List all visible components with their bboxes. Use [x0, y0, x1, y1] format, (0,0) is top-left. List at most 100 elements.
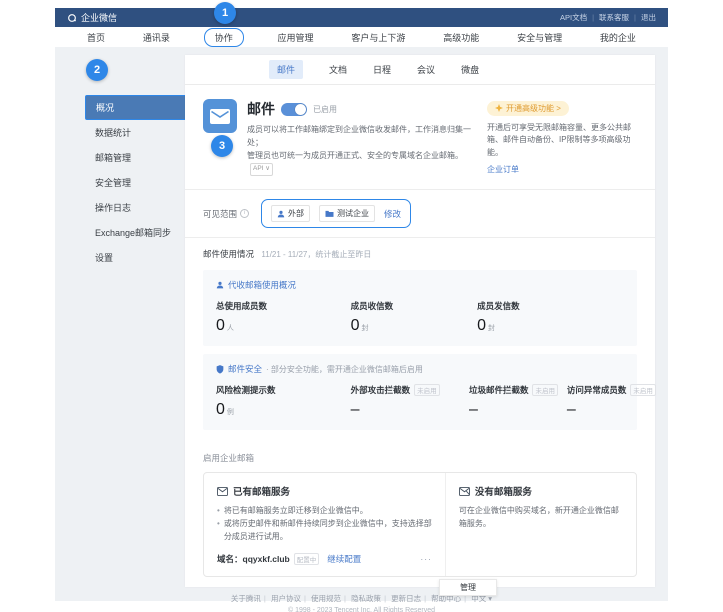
person-icon — [216, 281, 224, 289]
mail-security-panel: 邮件安全 · 部分安全功能，需开通企业微信邮箱后启用 风险检测提示数 0例 外部… — [203, 354, 637, 430]
nav-item-security-management[interactable]: 安全与管理 — [513, 29, 566, 46]
configuring-badge: 配置中 — [294, 553, 320, 565]
nav-item-my-company[interactable]: 我的企业 — [596, 29, 640, 46]
open-premium-button[interactable]: 开通高级功能 > — [487, 101, 569, 116]
sidebar-item-overview[interactable]: 概况 — [85, 95, 187, 120]
usage-period: 11/21 - 11/27，统计截止至昨日 — [261, 250, 371, 259]
disabled-badge: 未启用 — [630, 384, 656, 396]
contact-support-link[interactable]: 联系客服 — [599, 12, 629, 23]
primary-nav: 首页 通讯录 协作 应用管理 客户与上下游 高级功能 安全与管理 我的企业 — [55, 27, 668, 47]
stat-spam-blocked: 垃圾邮件拦截数未启用 – — [469, 384, 567, 419]
visible-range-label: 可见范围 i — [203, 208, 249, 220]
continue-config-link[interactable]: 继续配置 — [327, 553, 361, 565]
tab-meeting[interactable]: 会议 — [417, 60, 435, 79]
manage-menu-item[interactable]: 管理 — [439, 579, 497, 596]
sidebar-item-mailbox-management[interactable]: 邮箱管理 — [85, 145, 187, 170]
stat-received: 成员收信数 0封 — [351, 300, 477, 335]
annotation-marker-2: 2 — [86, 59, 108, 81]
footer: 关于腾讯| 用户协议| 使用规范| 隐私政策| 更新日志| 帮助中心| 中文 ▾… — [55, 593, 668, 612]
admin-console: 1 2 3 企业微信 API文档 | 联系客服 | 退出 首页 通讯录 协作 — [55, 8, 668, 601]
stat-risk-alerts: 风险检测提示数 0例 — [216, 384, 351, 419]
no-service-text: 可在企业微信中购买域名，新开通企业微信邮箱服务。 — [459, 505, 623, 531]
disabled-badge: 未启用 — [532, 384, 558, 396]
domain-row: 域名： qqyxkf.club 配置中 继续配置 ··· — [217, 553, 432, 565]
stat-sent: 成员发信数 0封 — [477, 300, 624, 335]
sidebar: 概况 数据统计 邮箱管理 安全管理 操作日志 Exchange邮箱同步 设置 — [85, 95, 187, 270]
brand[interactable]: 企业微信 — [67, 11, 117, 24]
department-tag[interactable]: 测试企业 — [319, 205, 375, 222]
existing-mail-service: 已有邮箱服务 •将已有邮箱服务立即迁移到企业微信中。 •或将历史邮件和新邮件持续… — [204, 473, 446, 575]
copyright: © 1998 - 2023 Tencent Inc. All Rights Re… — [55, 607, 668, 612]
usage-header: 邮件使用情况 11/21 - 11/27，统计截止至昨日 — [185, 238, 655, 262]
sidebar-item-statistics[interactable]: 数据统计 — [85, 120, 187, 145]
premium-promo: 开通高级功能 > 开通后可享受无限邮箱容量、更多公共邮箱、邮件自动备份、IP限制… — [487, 99, 637, 177]
page: 1 2 3 企业微信 API文档 | 联系客服 | 退出 首页 通讯录 协作 — [0, 0, 723, 612]
tab-drive[interactable]: 微盘 — [461, 60, 479, 79]
mail-header-main: 邮件 已启用 成员可以将工作邮箱绑定到企业微信收发邮件，工作消息归集一处； 管理… — [247, 99, 477, 177]
topbar-links: API文档 | 联系客服 | 退出 — [560, 12, 656, 23]
stat-attack-blocked: 外部攻击拦截数未启用 – — [351, 384, 469, 419]
footer-link-changelog[interactable]: 更新日志 — [391, 594, 421, 603]
envelope-icon — [217, 487, 228, 496]
enterprise-order-link[interactable]: 企业订单 — [487, 164, 519, 175]
panel2-subtitle: · 部分安全功能，需开通企业微信邮箱后启用 — [266, 364, 423, 375]
visible-range-row: 可见范围 i 外部 测试企业 修改 — [185, 190, 655, 237]
tab-docs[interactable]: 文档 — [329, 60, 347, 79]
shield-icon — [216, 365, 224, 374]
tab-calendar[interactable]: 日程 — [373, 60, 391, 79]
more-actions-button[interactable]: ··· — [420, 554, 432, 564]
page-title: 邮件 — [247, 99, 275, 119]
nav-item-home[interactable]: 首页 — [83, 29, 109, 46]
footer-link-usage-norms[interactable]: 使用规范 — [311, 594, 341, 603]
inbound-usage-panel: 代收邮箱使用概况 总使用成员数 0人 成员收信数 0封 成员发信数 — [203, 270, 637, 346]
nav-item-collaboration[interactable]: 协作 — [204, 28, 244, 47]
mail-header: 邮件 已启用 成员可以将工作邮箱绑定到企业微信收发邮件，工作消息归集一处； 管理… — [185, 85, 655, 189]
domain-value: qqyxkf.club — [243, 554, 290, 564]
visible-range-annotated-box: 外部 测试企业 修改 — [261, 199, 411, 228]
mail-enabled-toggle[interactable] — [281, 103, 307, 116]
mail-description: 成员可以将工作邮箱绑定到企业微信收发邮件，工作消息归集一处； 管理员也可统一为成… — [247, 124, 477, 176]
footer-link-about[interactable]: 关于腾讯 — [231, 594, 261, 603]
footer-link-agreement[interactable]: 用户协议 — [271, 594, 301, 603]
disabled-badge: 未启用 — [414, 384, 440, 396]
wework-logo-icon — [67, 13, 77, 23]
premium-star-icon — [495, 104, 503, 112]
panel1-title: 代收邮箱使用概况 — [216, 279, 624, 291]
nav-item-customers[interactable]: 客户与上下游 — [347, 29, 409, 46]
footer-link-privacy[interactable]: 隐私政策 — [351, 594, 381, 603]
logout-link[interactable]: 退出 — [641, 12, 656, 23]
sidebar-item-operation-log[interactable]: 操作日志 — [85, 195, 187, 220]
folder-icon — [325, 210, 334, 218]
mail-service-card: 已有邮箱服务 •将已有邮箱服务立即迁移到企业微信中。 •或将历史邮件和新邮件持续… — [203, 472, 637, 576]
nav-item-advanced[interactable]: 高级功能 — [439, 29, 483, 46]
no-mail-service: 没有邮箱服务 可在企业微信中购买域名，新开通企业微信邮箱服务。 — [446, 473, 636, 575]
content-area: 概况 数据统计 邮箱管理 安全管理 操作日志 Exchange邮箱同步 设置 邮… — [55, 47, 668, 601]
tab-mail[interactable]: 邮件 — [269, 60, 303, 79]
status-label: 已启用 — [313, 104, 337, 115]
api-tag[interactable]: API ∨ — [250, 163, 273, 175]
info-icon[interactable]: i — [240, 209, 249, 218]
sidebar-item-settings[interactable]: 设置 — [85, 245, 187, 270]
footer-links: 关于腾讯| 用户协议| 使用规范| 隐私政策| 更新日志| 帮助中心| 中文 ▾ — [55, 593, 668, 604]
brand-label: 企业微信 — [81, 11, 117, 24]
sidebar-item-security[interactable]: 安全管理 — [85, 170, 187, 195]
topbar: 企业微信 API文档 | 联系客服 | 退出 — [55, 8, 668, 27]
enable-mail-title: 启用企业邮箱 — [203, 452, 637, 464]
member-tag[interactable]: 外部 — [271, 205, 310, 222]
annotation-marker-1: 1 — [214, 2, 236, 24]
stat-total-members: 总使用成员数 0人 — [216, 300, 351, 335]
existing-service-bullets: •将已有邮箱服务立即迁移到企业微信中。 •或将历史邮件和新邮件持续同步到企业微信… — [217, 505, 432, 543]
api-docs-link[interactable]: API文档 — [560, 12, 587, 23]
envelope-slash-icon — [459, 487, 470, 496]
module-tabs: 邮件 文档 日程 会议 微盘 — [185, 55, 655, 85]
person-icon — [277, 210, 285, 218]
sidebar-item-exchange-sync[interactable]: Exchange邮箱同步 — [85, 220, 187, 245]
nav-item-contacts[interactable]: 通讯录 — [139, 29, 174, 46]
premium-promo-text: 开通后可享受无限邮箱容量、更多公共邮箱、邮件自动备份、IP限制等多项高级功能。 — [487, 122, 637, 159]
main-card: 邮件 文档 日程 会议 微盘 邮件 已启用 — [185, 55, 655, 587]
mail-app-icon — [203, 99, 237, 133]
modify-link[interactable]: 修改 — [384, 208, 401, 220]
panel2-title: 邮件安全 · 部分安全功能，需开通企业微信邮箱后启用 — [216, 363, 624, 375]
nav-item-app-management[interactable]: 应用管理 — [274, 29, 318, 46]
stat-abnormal-access: 访问异常成员数未启用 – — [567, 384, 656, 419]
